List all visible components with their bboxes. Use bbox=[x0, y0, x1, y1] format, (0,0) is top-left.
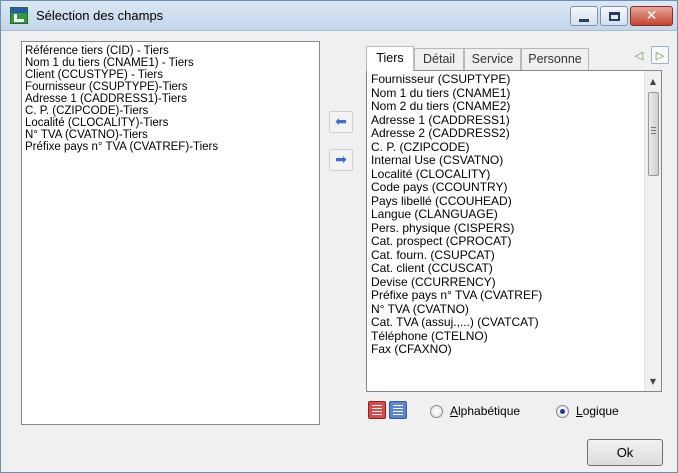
sort-logical-label: Logique bbox=[576, 404, 619, 418]
list-item[interactable]: Nom 1 du tiers (CNAME1) bbox=[371, 86, 641, 101]
list-item[interactable]: Cat. TVA (assuj.,...) (CVATCAT) bbox=[371, 315, 641, 330]
list-item[interactable]: Pers. physique (CISPERS) bbox=[371, 221, 641, 236]
list-item[interactable]: C. P. (CZIPCODE) bbox=[371, 140, 641, 155]
close-button[interactable]: ✕ bbox=[630, 6, 673, 26]
title-bar: Sélection des champs ✕ bbox=[1, 1, 677, 31]
app-logo-icon bbox=[10, 7, 28, 24]
list-item[interactable]: Cat. fourn. (CSUPCAT) bbox=[371, 248, 641, 263]
sort-logical-radio[interactable]: Logique bbox=[556, 404, 619, 418]
scroll-down-icon[interactable]: ▼ bbox=[645, 373, 661, 389]
sort-alphabetical-label: Alphabétique bbox=[450, 404, 521, 418]
maximize-button[interactable] bbox=[600, 6, 628, 26]
field-selection-dialog: Sélection des champs ✕ Référence tiers (… bbox=[0, 0, 678, 473]
tab-next-button[interactable]: ▷ bbox=[651, 46, 669, 64]
list-item[interactable]: Devise (CCURRENCY) bbox=[371, 275, 641, 290]
list-item[interactable]: Nom 2 du tiers (CNAME2) bbox=[371, 99, 641, 114]
list-item[interactable]: Adresse 2 (CADDRESS2) bbox=[371, 126, 641, 141]
move-right-button[interactable]: ➡ bbox=[329, 149, 353, 171]
maximize-icon bbox=[608, 11, 620, 21]
tab-detail[interactable]: Détail bbox=[414, 48, 464, 70]
list-item[interactable]: N° TVA (CVATNO) bbox=[371, 302, 641, 317]
list-item[interactable]: C. P. (CZIPCODE)-Tiers bbox=[25, 105, 316, 117]
list-item[interactable]: Localité (CLOCALITY) bbox=[371, 167, 641, 182]
list-item[interactable]: Cat. prospect (CPROCAT) bbox=[371, 234, 641, 249]
minimize-icon bbox=[579, 18, 589, 22]
list-item[interactable]: Pays libellé (CCOUHEAD) bbox=[371, 194, 641, 209]
arrow-left-icon: ⬅ bbox=[335, 114, 347, 130]
tab-tiers[interactable]: Tiers bbox=[366, 46, 414, 71]
tab-service[interactable]: Service bbox=[464, 48, 521, 70]
book-blue-icon[interactable] bbox=[389, 401, 407, 419]
minimize-button[interactable] bbox=[570, 6, 598, 26]
scroll-up-icon[interactable]: ▲ bbox=[645, 73, 661, 89]
list-item[interactable]: Téléphone (CTELNO) bbox=[371, 329, 641, 344]
available-fields-list[interactable]: Fournisseur (CSUPTYPE) Nom 1 du tiers (CN… bbox=[366, 70, 662, 392]
close-icon: ✕ bbox=[645, 8, 658, 24]
list-item[interactable]: Référence tiers (CID) - Tiers bbox=[25, 45, 316, 57]
ok-button[interactable]: Ok bbox=[587, 439, 663, 466]
list-item[interactable]: Localité (CLOCALITY)-Tiers bbox=[25, 117, 316, 129]
radio-selected-icon bbox=[556, 404, 569, 418]
list-item[interactable]: Internal Use (CSVATNO) bbox=[371, 153, 641, 168]
list-item[interactable]: Nom 1 du tiers (CNAME1) - Tiers bbox=[25, 57, 316, 69]
list-item[interactable]: Fax (CFAXNO) bbox=[371, 342, 641, 357]
book-red-icon[interactable] bbox=[368, 401, 386, 419]
list-item[interactable]: Cat. client (CCUSCAT) bbox=[371, 261, 641, 276]
radio-icon bbox=[430, 404, 443, 418]
window-title: Sélection des champs bbox=[36, 8, 164, 23]
tab-personne[interactable]: Personne bbox=[521, 48, 589, 70]
arrow-right-icon: ➡ bbox=[335, 152, 347, 168]
list-item[interactable]: N° TVA (CVATNO)-Tiers bbox=[25, 129, 316, 141]
list-item[interactable]: Langue (CLANGUAGE) bbox=[371, 207, 641, 222]
tab-prev-button[interactable]: ◁ bbox=[630, 46, 648, 64]
chevron-right-icon: ▷ bbox=[655, 48, 665, 62]
sort-alphabetical-radio[interactable]: Alphabétique bbox=[430, 404, 520, 418]
move-left-button[interactable]: ⬅ bbox=[329, 111, 353, 133]
list-item[interactable]: Fournisseur (CSUPTYPE)-Tiers bbox=[25, 81, 316, 93]
list-item[interactable]: Préfixe pays n° TVA (CVATREF)-Tiers bbox=[25, 141, 316, 153]
list-item[interactable]: Code pays (CCOUNTRY) bbox=[371, 180, 641, 195]
chevron-left-icon: ◁ bbox=[634, 48, 644, 62]
vertical-scrollbar[interactable]: ▲ ▼ bbox=[644, 71, 661, 391]
scrollbar-thumb[interactable] bbox=[648, 92, 659, 176]
list-item[interactable]: Adresse 1 (CADDRESS1) bbox=[371, 113, 641, 128]
list-item[interactable]: Client (CCUSTYPE) - Tiers bbox=[25, 69, 316, 81]
selected-fields-list[interactable]: Référence tiers (CID) - Tiers Nom 1 du ti… bbox=[21, 41, 320, 425]
list-item[interactable]: Adresse 1 (CADDRESS1)-Tiers bbox=[25, 93, 316, 105]
list-item[interactable]: Fournisseur (CSUPTYPE) bbox=[371, 72, 641, 87]
list-item[interactable]: Préfixe pays n° TVA (CVATREF) bbox=[371, 288, 641, 303]
